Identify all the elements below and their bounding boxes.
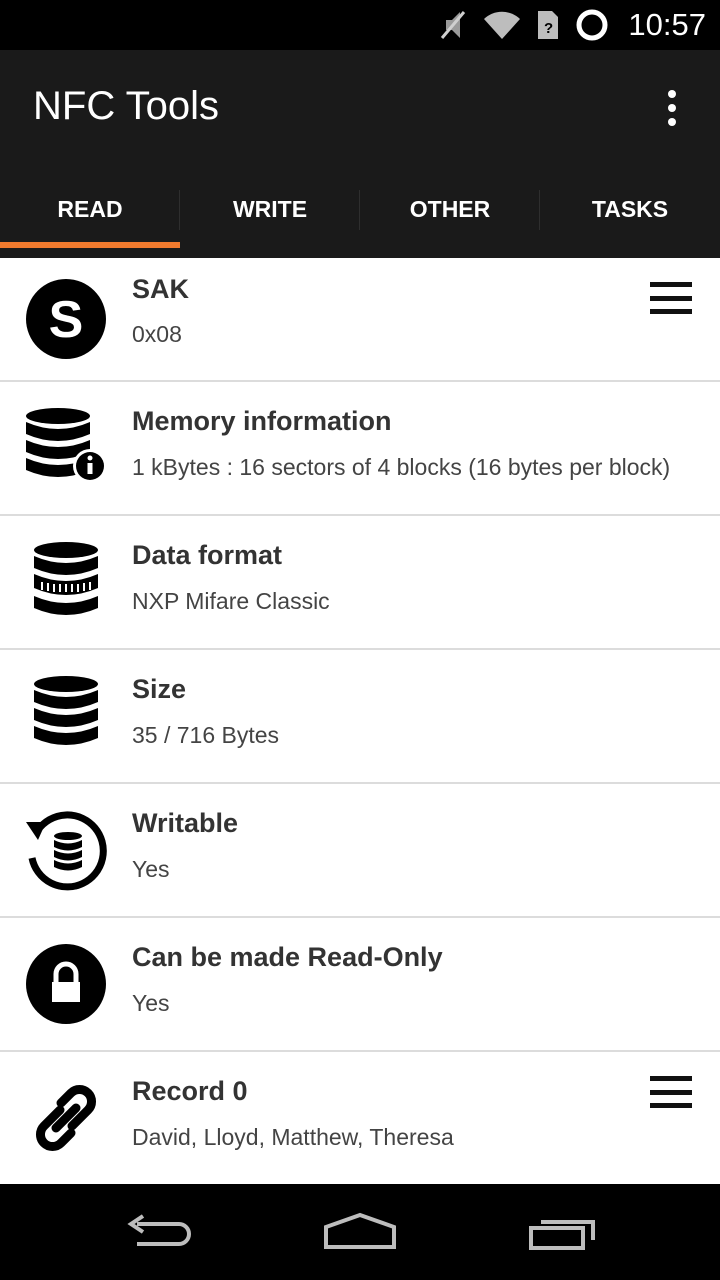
tab-active-indicator	[0, 242, 180, 248]
item-value: 35 / 716 Bytes	[132, 722, 280, 748]
database-info-icon	[24, 406, 108, 490]
tab-write[interactable]: WRITE	[180, 168, 360, 258]
menu-icon[interactable]	[650, 1076, 692, 1108]
status-bar: ? 10:57	[0, 0, 720, 50]
tab-read[interactable]: READ	[0, 168, 180, 258]
svg-text:S: S	[49, 291, 84, 349]
list-item[interactable]: Size 35 / 716 Bytes	[0, 650, 720, 784]
item-title: Data format	[132, 540, 283, 570]
tab-tasks[interactable]: TASKS	[540, 168, 720, 258]
back-icon[interactable]	[114, 1204, 204, 1260]
menu-icon[interactable]	[650, 282, 692, 314]
recents-icon[interactable]	[518, 1204, 608, 1260]
tab-label: READ	[57, 195, 123, 222]
item-value: David, Lloyd, Matthew, Theresa	[132, 1124, 454, 1150]
s-circle-icon: S	[24, 277, 108, 361]
lock-circle-icon	[24, 942, 108, 1026]
item-value: Yes	[132, 990, 170, 1016]
app-title: NFC Tools	[33, 84, 219, 128]
tab-label: WRITE	[232, 195, 308, 222]
overflow-dot	[668, 104, 676, 112]
item-title: Writable	[132, 808, 239, 838]
battery-charging-icon	[576, 9, 608, 41]
clock: 10:57	[628, 7, 706, 42]
item-value: 0x08	[132, 321, 182, 347]
list-item[interactable]: Writable Yes	[0, 784, 720, 918]
tab-label: TASKS	[591, 195, 669, 222]
mute-icon	[441, 11, 466, 39]
tab-bar: READ WRITE OTHER TASKS	[0, 168, 720, 258]
link-icon	[24, 1076, 108, 1160]
list-item[interactable]: Memory information 1 kBytes : 16 sectors…	[0, 382, 720, 516]
list-item[interactable]: Can be made Read-Only Yes	[0, 918, 720, 1052]
database-icon	[24, 674, 108, 758]
item-title: Can be made Read-Only	[132, 942, 443, 972]
rewrite-database-icon	[24, 808, 108, 892]
item-title: SAK	[132, 274, 190, 304]
item-value: Yes	[132, 856, 170, 882]
wifi-icon	[484, 11, 521, 39]
tab-other[interactable]: OTHER	[360, 168, 540, 258]
home-icon[interactable]	[315, 1204, 405, 1260]
more-vert-icon[interactable]	[652, 86, 692, 130]
tab-label: OTHER	[409, 195, 491, 222]
item-title: Memory information	[132, 406, 392, 436]
item-title: Record 0	[132, 1076, 248, 1106]
list-item[interactable]: S SAK 0x08	[0, 258, 720, 382]
item-value: NXP Mifare Classic	[132, 588, 330, 614]
navigation-bar	[0, 1184, 720, 1280]
svg-text:?: ?	[544, 20, 553, 37]
overflow-dot	[668, 118, 676, 126]
list-item[interactable]: Data format NXP Mifare Classic	[0, 516, 720, 650]
item-value: 1 kBytes : 16 sectors of 4 blocks (16 by…	[132, 454, 671, 480]
app-bar: NFC Tools	[0, 50, 720, 168]
tag-info-list: S SAK 0x08 Memory information 1 kBytes :…	[0, 258, 720, 1184]
data-format-icon	[24, 540, 108, 624]
no-sim-icon: ?	[538, 11, 559, 39]
overflow-dot	[668, 90, 676, 98]
item-title: Size	[132, 674, 187, 704]
list-item[interactable]: Record 0 David, Lloyd, Matthew, Theresa	[0, 1052, 720, 1184]
